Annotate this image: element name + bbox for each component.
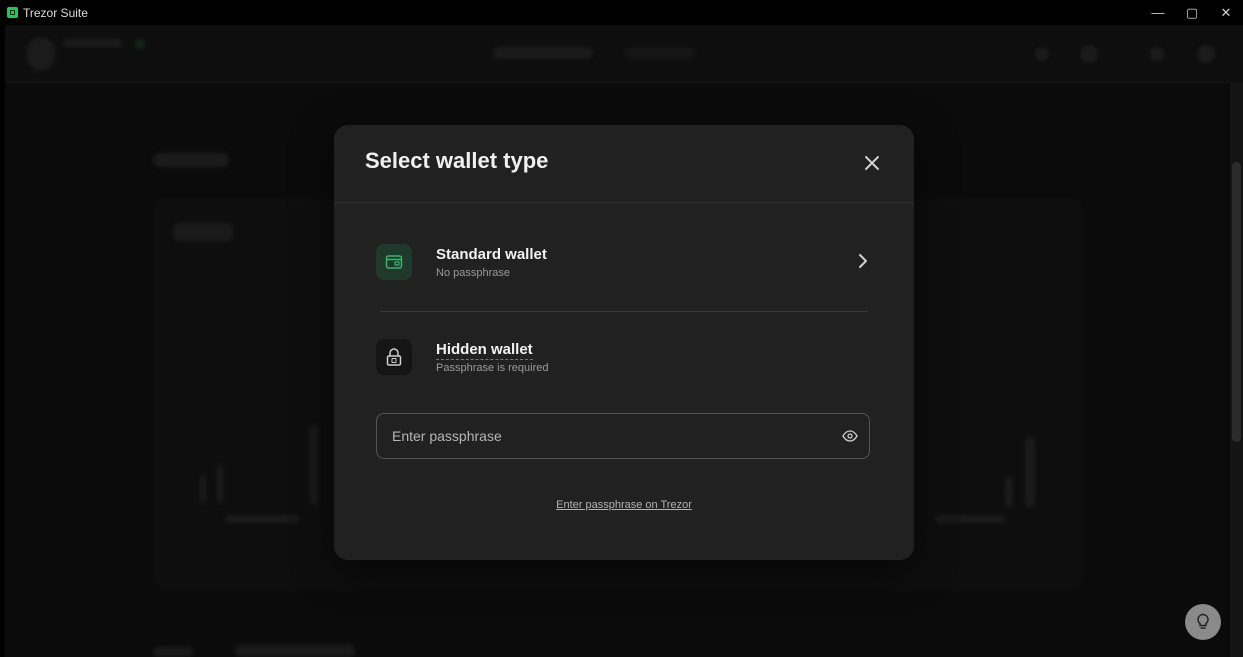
scrollbar[interactable] (1230, 82, 1243, 657)
standard-wallet-text: Standard wallet No passphrase (436, 246, 547, 279)
option-divider (380, 311, 868, 312)
eye-icon (842, 430, 858, 442)
hidden-wallet-title: Hidden wallet (436, 340, 533, 360)
close-modal-button[interactable] (860, 151, 884, 175)
close-window-button[interactable]: ✕ (1209, 0, 1243, 25)
close-icon (865, 156, 879, 170)
maximize-button[interactable]: ▢ (1175, 0, 1209, 25)
hidden-wallet-text: Hidden wallet Passphrase is required (436, 340, 549, 374)
lock-icon (376, 339, 412, 375)
hidden-wallet-subtitle: Passphrase is required (436, 361, 549, 374)
wallet-icon (376, 244, 412, 280)
window-controls: — ▢ ✕ (1141, 0, 1243, 25)
standard-wallet-option[interactable]: Standard wallet No passphrase (376, 244, 868, 280)
minimize-button[interactable]: — (1141, 0, 1175, 25)
hidden-wallet-option[interactable]: Hidden wallet Passphrase is required (376, 339, 868, 375)
trezor-app-icon (7, 7, 18, 18)
modal-header: Select wallet type (334, 125, 914, 203)
lightbulb-icon (1197, 613, 1209, 629)
standard-wallet-subtitle: No passphrase (436, 266, 510, 279)
passphrase-field[interactable] (376, 413, 870, 459)
window-title: Trezor Suite (23, 5, 88, 20)
scrollbar-thumb[interactable] (1232, 162, 1241, 442)
modal-title: Select wallet type (365, 148, 549, 173)
window-titlebar: Trezor Suite — ▢ ✕ (0, 0, 1243, 25)
passphrase-input[interactable] (377, 427, 831, 445)
guide-button[interactable] (1185, 604, 1221, 640)
chevron-right-icon (859, 254, 867, 268)
show-passphrase-button[interactable] (831, 413, 869, 459)
standard-wallet-title: Standard wallet (436, 245, 547, 263)
enter-passphrase-on-trezor-link[interactable]: Enter passphrase on Trezor (334, 499, 914, 511)
select-wallet-modal: Select wallet type Standard wallet No pa… (334, 125, 914, 560)
